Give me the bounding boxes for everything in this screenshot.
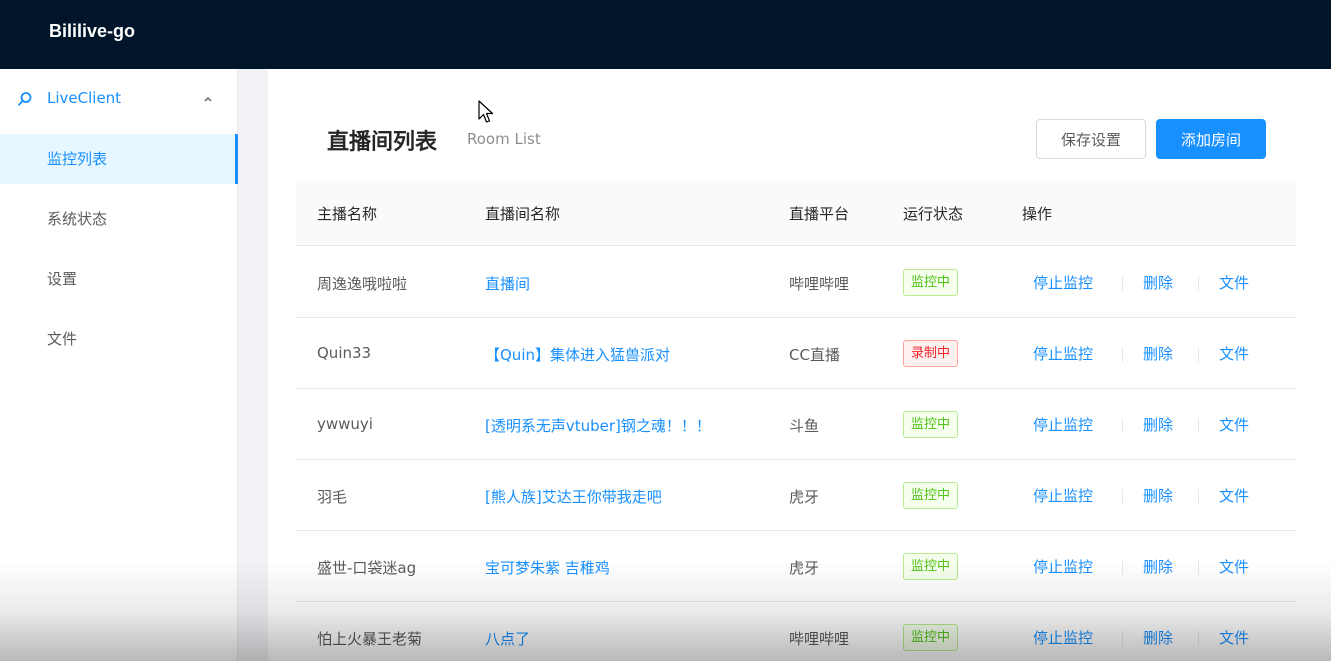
room-name-link[interactable]: 【Quin】集体进入猛兽派对	[485, 344, 670, 365]
anchor-name: Quin33	[317, 344, 372, 362]
action-divider	[1122, 347, 1123, 362]
anchor-name: 怕上火暴王老菊	[317, 630, 423, 648]
sidebar-item-monitor-list[interactable]: 监控列表	[0, 134, 238, 184]
save-settings-button[interactable]: 保存设置	[1036, 119, 1146, 159]
room-name-link[interactable]: [熊人族]艾达王你带我走吧	[485, 486, 662, 507]
file-link[interactable]: 文件	[1219, 485, 1249, 506]
action-divider	[1122, 560, 1123, 575]
action-divider	[1122, 631, 1123, 646]
table-row: 怕上火暴王老菊 八点了 哔哩哔哩 监控中 停止监控 删除 文件	[296, 602, 1296, 661]
stop-monitor-link[interactable]: 停止监控	[1033, 414, 1093, 435]
delete-link[interactable]: 删除	[1143, 556, 1173, 577]
table-row: Quin33 【Quin】集体进入猛兽派对 CC直播 录制中 停止监控 删除 文…	[296, 318, 1296, 389]
sidebar-item-label: 设置	[47, 270, 78, 288]
room-name-link[interactable]: [透明系无声vtuber]钢之魂！！！	[485, 415, 711, 436]
table-row: 盛世-口袋迷ag 宝可梦朱紫 吉稚鸡 虎牙 监控中 停止监控 删除 文件	[296, 531, 1296, 602]
action-divider	[1122, 489, 1123, 504]
top-header: Bililive-go	[0, 0, 1331, 69]
table-row: 羽毛 [熊人族]艾达王你带我走吧 虎牙 监控中 停止监控 删除 文件	[296, 460, 1296, 531]
sidebar-item-settings[interactable]: 设置	[0, 254, 238, 304]
column-header-status: 运行状态	[903, 205, 964, 223]
action-divider	[1198, 560, 1199, 575]
action-divider	[1122, 276, 1123, 291]
anchor-name: 羽毛	[317, 488, 348, 506]
action-divider	[1198, 276, 1199, 291]
app-logo: Bililive-go	[49, 21, 136, 41]
page-subtitle: Room List	[467, 130, 541, 148]
file-link[interactable]: 文件	[1219, 556, 1249, 577]
delete-link[interactable]: 删除	[1143, 272, 1173, 293]
sidebar-item-files[interactable]: 文件	[0, 314, 238, 364]
status-badge: 监控中	[903, 482, 959, 509]
action-divider	[1198, 418, 1199, 433]
sidebar-item-label: 系统状态	[47, 210, 108, 228]
status-badge: 录制中	[903, 340, 959, 367]
status-badge: 监控中	[903, 553, 959, 580]
column-header-actions: 操作	[1022, 205, 1053, 223]
platform-name: 哔哩哔哩	[789, 275, 850, 293]
action-divider	[1122, 418, 1123, 433]
anchor-name: 盛世-口袋迷ag	[317, 559, 417, 577]
delete-link[interactable]: 删除	[1143, 414, 1173, 435]
action-divider	[1198, 489, 1199, 504]
delete-link[interactable]: 删除	[1143, 343, 1173, 364]
column-header-platform: 直播平台	[789, 205, 850, 223]
search-icon	[18, 92, 32, 106]
file-link[interactable]: 文件	[1219, 343, 1249, 364]
platform-name: 哔哩哔哩	[789, 630, 850, 648]
column-header-room: 直播间名称	[485, 205, 561, 223]
mouse-pointer-icon	[478, 100, 494, 123]
column-header-anchor: 主播名称	[317, 205, 378, 223]
file-link[interactable]: 文件	[1219, 627, 1249, 648]
anchor-name: 周逸逸哦啦啦	[317, 275, 408, 293]
platform-name: 虎牙	[789, 488, 820, 506]
status-badge: 监控中	[903, 624, 959, 651]
stop-monitor-link[interactable]: 停止监控	[1033, 485, 1093, 506]
sidebar-submenu-label: LiveClient	[47, 89, 122, 107]
sidebar-item-system-status[interactable]: 系统状态	[0, 194, 238, 244]
table-row: 周逸逸哦啦啦 直播间 哔哩哔哩 监控中 停止监控 删除 文件	[296, 247, 1296, 318]
sidebar-item-label: 监控列表	[47, 150, 108, 168]
table-header: 主播名称 直播间名称 直播平台 运行状态 操作	[296, 180, 1296, 246]
sidebar-submenu-liveclient[interactable]: LiveClient	[0, 79, 238, 119]
add-room-button[interactable]: 添加房间	[1156, 119, 1266, 159]
sidebar-item-label: 文件	[47, 330, 78, 348]
anchor-name: ywwuyi	[317, 415, 373, 433]
status-badge: 监控中	[903, 269, 959, 296]
file-link[interactable]: 文件	[1219, 272, 1249, 293]
sidebar: LiveClient 监控列表 系统状态 设置 文件	[0, 69, 238, 661]
platform-name: 斗鱼	[789, 417, 820, 435]
delete-link[interactable]: 删除	[1143, 627, 1173, 648]
room-name-link[interactable]: 八点了	[485, 628, 530, 649]
action-divider	[1198, 347, 1199, 362]
page-title: 直播间列表	[327, 130, 438, 155]
action-divider	[1198, 631, 1199, 646]
table-row: ywwuyi [透明系无声vtuber]钢之魂！！！ 斗鱼 监控中 停止监控 删…	[296, 389, 1296, 460]
stop-monitor-link[interactable]: 停止监控	[1033, 627, 1093, 648]
file-link[interactable]: 文件	[1219, 414, 1249, 435]
stop-monitor-link[interactable]: 停止监控	[1033, 556, 1093, 577]
room-name-link[interactable]: 直播间	[485, 273, 530, 294]
room-name-link[interactable]: 宝可梦朱紫 吉稚鸡	[485, 557, 610, 578]
platform-name: CC直播	[789, 346, 840, 364]
status-badge: 监控中	[903, 411, 959, 438]
stop-monitor-link[interactable]: 停止监控	[1033, 272, 1093, 293]
delete-link[interactable]: 删除	[1143, 485, 1173, 506]
platform-name: 虎牙	[789, 559, 820, 577]
stop-monitor-link[interactable]: 停止监控	[1033, 343, 1093, 364]
chevron-up-icon	[204, 96, 212, 102]
